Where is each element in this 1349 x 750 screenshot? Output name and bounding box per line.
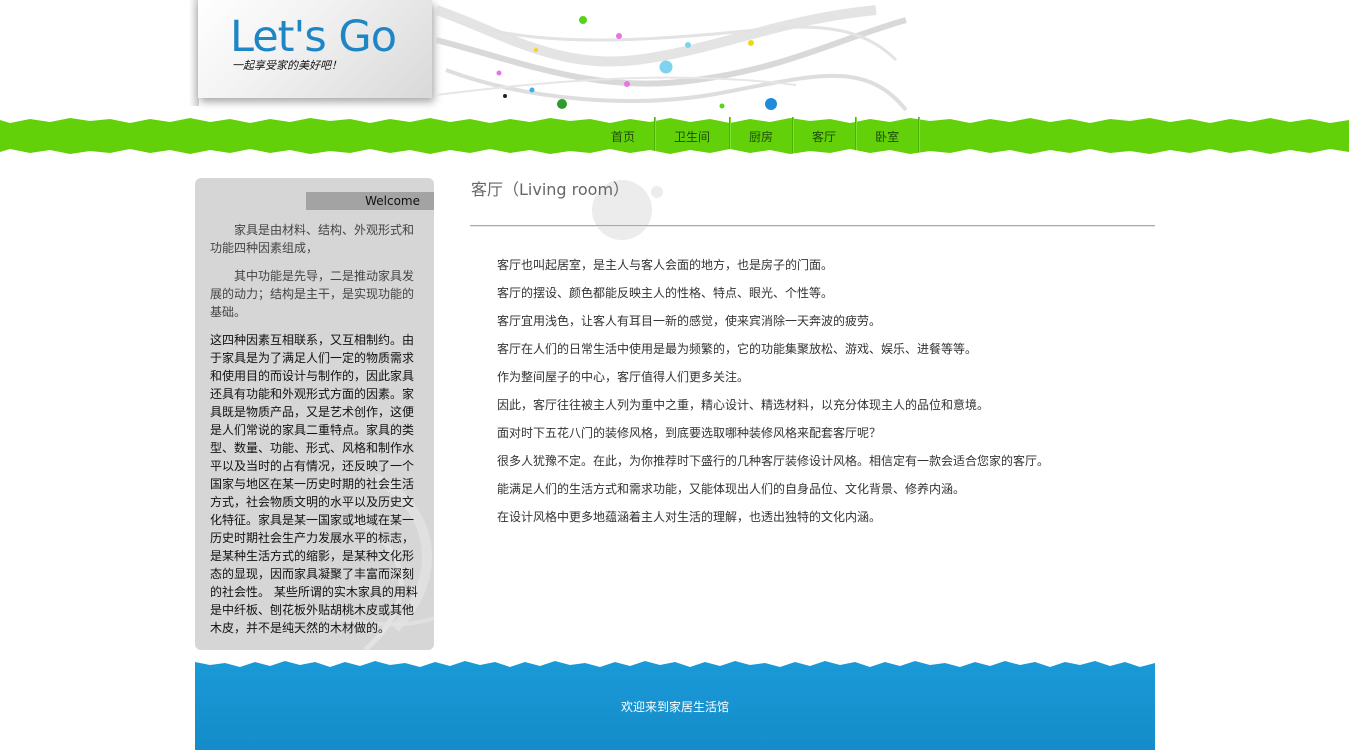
- page-title: 客厅（Living room）: [471, 180, 630, 199]
- content-line: 客厅宜用浅色，让客人有耳目一新的感觉，使来宾消除一天奔波的疲劳。: [497, 314, 882, 328]
- content-line: 很多人犹豫不定。在此，为你推荐时下盛行的几种客厅装修设计风格。相信定有一款会适合…: [497, 454, 1050, 468]
- footer-welcome-text: 欢迎来到家居生活馆: [620, 700, 729, 714]
- footer-rough-edge: [195, 660, 1155, 667]
- content-line: 客厅的摆设、颜色都能反映主人的性格、特点、眼光、个性等。: [497, 286, 834, 300]
- sidebar-panel: Welcome 家具是由材料、结构、外观形式和功能四种因素组成， 其中功能是先导…: [195, 178, 434, 650]
- welcome-tab: Welcome: [306, 192, 434, 210]
- content-line: 能满足人们的生活方式和需求功能，又能体现出人们的自身品位、文化背景、修养内涵。: [497, 482, 966, 496]
- content-line: 在设计风格中更多地蕴涵着主人对生活的理解，也透出独特的文化内涵。: [497, 510, 882, 524]
- nav-rough-edge-bottom: [0, 149, 1349, 155]
- content-line: 客厅在人们的日常生活中使用是最为频繁的，它的功能集聚放松、游戏、娱乐、进餐等等。: [497, 342, 978, 356]
- content-line: 面对时下五花八门的装修风格，到底要选取哪种装修风格来配套客厅呢？: [497, 426, 882, 440]
- main-nav-bar: 首页 卫生间 厨房 客厅 卧室: [0, 117, 1349, 155]
- content-list: 客厅也叫起居室，是主人与客人会面的地方，也是房子的门面。 客厅的摆设、颜色都能反…: [497, 251, 1049, 531]
- sidebar-paragraph-3: 这四种因素互相联系，又互相制约。由于家具是为了满足人们一定的物质需求和使用目的而…: [210, 333, 418, 635]
- sidebar-paragraph-2: 其中功能是先导，二是推动家具发展的动力；结构是主干，是实现功能的基础。: [210, 269, 415, 319]
- header-swirl-decoration: [436, 5, 908, 112]
- content-line: 客厅也叫起居室，是主人与客人会面的地方，也是房子的门面。: [497, 258, 834, 272]
- sidebar-paragraph-1: 家具是由材料、结构、外观形式和功能四种因素组成，: [210, 223, 415, 255]
- content-line: 因此，客厅往往被主人列为重中之重，精心设计、精选材料，以充分体现主人的品位和意境…: [497, 398, 990, 412]
- content-line: 作为整间屋子的中心，客厅值得人们更多关注。: [497, 370, 750, 384]
- logo-slogan: 一起享受家的美好吧！: [232, 59, 342, 72]
- site-logo[interactable]: Let's Go 一起享受家的美好吧！: [198, 0, 432, 98]
- site-footer: 欢迎来到家居生活馆: [195, 660, 1155, 750]
- title-divider: [470, 225, 1155, 226]
- logo-title: Let's Go: [230, 12, 397, 62]
- site-header: Let's Go 一起享受家的美好吧！: [0, 0, 1349, 118]
